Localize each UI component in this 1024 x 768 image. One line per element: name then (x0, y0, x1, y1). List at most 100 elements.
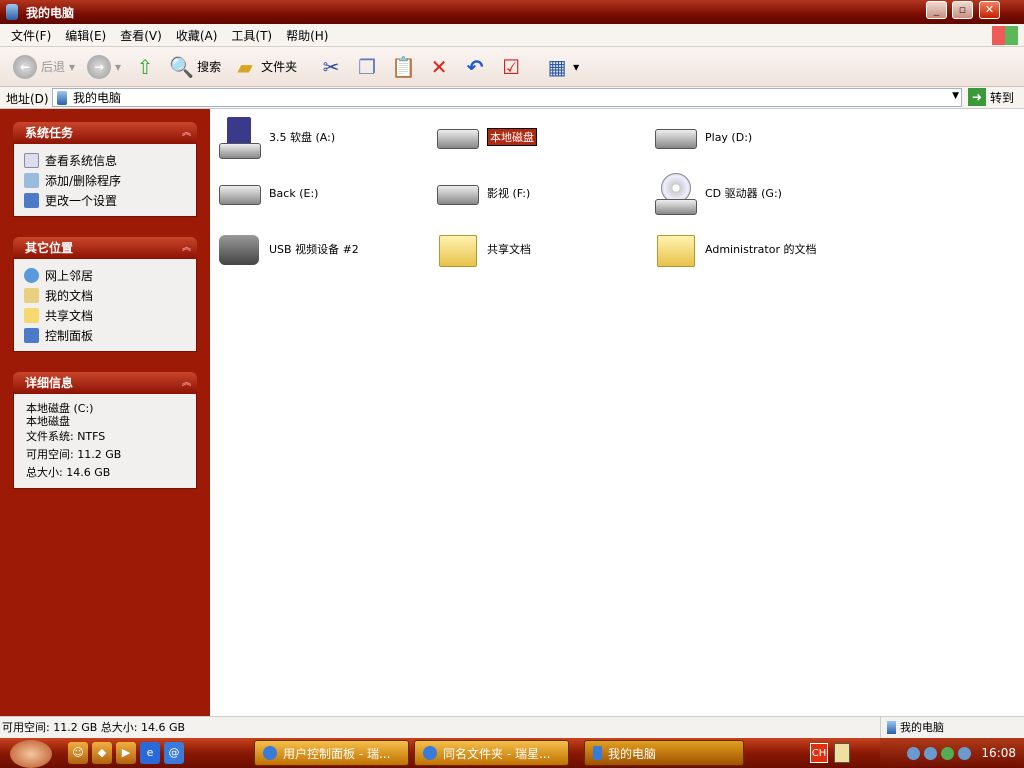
place-label: 网上邻居 (45, 268, 94, 283)
detail-type: 本地磁盘 (26, 415, 70, 428)
cd-drive-icon (651, 171, 699, 215)
quicklaunch-app-icon[interactable]: @ (164, 742, 184, 764)
address-label: 地址(D) (6, 92, 49, 106)
add-remove-icon (24, 172, 39, 188)
minimize-button[interactable]: _ (926, 1, 947, 19)
folders-label: 文件夹 (261, 60, 298, 74)
folder-up-icon: ⇧ (136, 54, 154, 79)
ie-icon (423, 746, 437, 760)
task-change-setting[interactable]: 更改一个设置 (24, 190, 186, 210)
tray-icon[interactable] (958, 746, 972, 760)
task-label: 查看系统信息 (45, 153, 118, 168)
ie-icon (263, 746, 277, 760)
shared-documents-folder[interactable]: 共享文档 (433, 227, 643, 271)
panel-title: 其它位置 (25, 241, 74, 255)
collapse-chevron-icon[interactable]: ︽ (182, 122, 191, 144)
folders-button[interactable]: ▰ 文件夹 (230, 53, 300, 81)
quicklaunch-app-icon[interactable]: ◆ (92, 742, 112, 764)
close-button[interactable]: ✕ (979, 1, 1000, 19)
start-button[interactable] (10, 740, 52, 768)
panel-header[interactable]: 其它位置 ︽ (13, 237, 197, 259)
keyboard-icon[interactable] (834, 743, 850, 763)
place-label: 控制面板 (45, 328, 94, 343)
up-button[interactable]: ⇧ (130, 53, 160, 81)
taskbar-button-user-control-panel[interactable]: 用户控制面板 - 瑞... (254, 740, 409, 766)
usb-video-device[interactable]: USB 视频设备 #2 (215, 227, 425, 271)
copy-button[interactable]: ❐ (352, 53, 382, 81)
drive-back-e[interactable]: Back (E:) (215, 171, 425, 215)
panel-header[interactable]: 系统任务 ︽ (13, 122, 197, 144)
search-button[interactable]: 🔍 搜索 (166, 53, 224, 81)
menu-help[interactable]: 帮助(H) (279, 27, 335, 44)
menu-view[interactable]: 查看(V) (113, 27, 169, 44)
drive-floppy-a[interactable]: 3.5 软盘 (A:) (215, 115, 425, 159)
address-input[interactable]: 我的电脑 ▼ (52, 88, 962, 107)
tray-icon[interactable] (924, 746, 938, 760)
forward-button[interactable]: → ▾ (84, 53, 124, 81)
views-button[interactable]: ▦ ▾ (542, 53, 582, 81)
maximize-button[interactable]: ▫ (952, 1, 973, 19)
ie-browser-icon[interactable]: e (140, 742, 160, 764)
dropdown-arrow-icon[interactable]: ▼ (952, 91, 959, 101)
place-shared-documents[interactable]: 共享文档 (24, 305, 186, 325)
language-indicator[interactable]: CH (810, 743, 828, 763)
address-bar: 地址(D) 我的电脑 ▼ ➜ 转到 (0, 87, 1024, 109)
drive-local-c[interactable]: 本地磁盘 (433, 115, 643, 159)
admin-documents-folder[interactable]: Administrator 的文档 (651, 227, 861, 271)
place-network[interactable]: 网上邻居 (24, 265, 186, 285)
taskbar-label: 我的电脑 (608, 746, 657, 761)
place-my-documents[interactable]: 我的文档 (24, 285, 186, 305)
quicklaunch-media-icon[interactable]: ▶ (116, 742, 136, 764)
taskbar-button-my-computer[interactable]: 我的电脑 (584, 740, 744, 766)
menu-favorites[interactable]: 收藏(A) (169, 27, 225, 44)
drive-play-d[interactable]: Play (D:) (651, 115, 861, 159)
title-bar[interactable]: 我的电脑 (0, 0, 1024, 24)
menu-file[interactable]: 文件(F) (4, 27, 58, 44)
drive-video-f[interactable]: 影视 (F:) (433, 171, 643, 215)
chevron-down-icon: ▾ (115, 59, 122, 74)
item-label: USB 视频设备 #2 (269, 243, 359, 256)
properties-button[interactable]: ☑ (496, 53, 526, 81)
drive-cd-g[interactable]: CD 驱动器 (G:) (651, 171, 861, 215)
cut-button[interactable]: ✂ (316, 53, 346, 81)
paste-icon: 📋 (391, 54, 417, 79)
task-add-remove-programs[interactable]: 添加/删除程序 (24, 170, 186, 190)
back-button[interactable]: ← 后退 ▾ (10, 53, 78, 81)
panel-title: 详细信息 (25, 376, 74, 390)
menu-tools[interactable]: 工具(T) (224, 27, 279, 44)
clock[interactable]: 16:08 (981, 746, 1016, 760)
menu-edit[interactable]: 编辑(E) (58, 27, 113, 44)
paste-button[interactable]: 📋 (388, 53, 418, 81)
file-view: 3.5 软盘 (A:) 本地磁盘 Play (D:) Back (E:) 影视 … (210, 109, 1024, 716)
hard-drive-icon (215, 171, 263, 215)
place-control-panel[interactable]: 控制面板 (24, 325, 186, 345)
undo-icon: ↶ (466, 54, 484, 79)
undo-button[interactable]: ↶ (460, 53, 490, 81)
status-bar: 可用空间: 11.2 GB 总大小: 14.6 GB 我的电脑 (0, 716, 1024, 738)
item-label: 影视 (F:) (487, 187, 531, 200)
floppy-drive-icon (215, 115, 263, 159)
rename-input[interactable]: 本地磁盘 (486, 127, 538, 147)
properties-icon: ☑ (502, 54, 521, 79)
chevron-down-icon: ▾ (573, 59, 580, 74)
folder-icon: ▰ (237, 54, 253, 79)
quicklaunch-app-icon[interactable]: ☺ (68, 742, 88, 764)
status-space: 可用空间: 11.2 GB 总大小: 14.6 GB (2, 721, 186, 734)
collapse-chevron-icon[interactable]: ︽ (182, 237, 191, 259)
network-icon (24, 267, 39, 283)
folder-icon (433, 227, 481, 271)
taskbar-button-same-name-folder[interactable]: 同名文件夹 - 瑞星... (414, 740, 569, 766)
go-button[interactable]: ➜ 转到 (968, 88, 1014, 106)
task-label: 更改一个设置 (45, 193, 118, 208)
status-location: 我的电脑 (900, 721, 944, 734)
tray-icon[interactable] (907, 746, 921, 760)
place-label: 我的文档 (45, 288, 94, 303)
collapse-chevron-icon[interactable]: ︽ (182, 372, 191, 394)
task-view-system-info[interactable]: 查看系统信息 (24, 150, 186, 170)
tray-icon[interactable] (941, 746, 955, 760)
panel-header[interactable]: 详细信息 ︽ (13, 372, 197, 394)
item-label: Administrator 的文档 (705, 243, 817, 256)
delete-button[interactable]: ✕ (424, 53, 454, 81)
hard-drive-icon (433, 171, 481, 215)
task-pane: 系统任务 ︽ 查看系统信息 添加/删除程序 更改一个设置 其它位置 ︽ 网上邻居 我… (0, 109, 210, 716)
